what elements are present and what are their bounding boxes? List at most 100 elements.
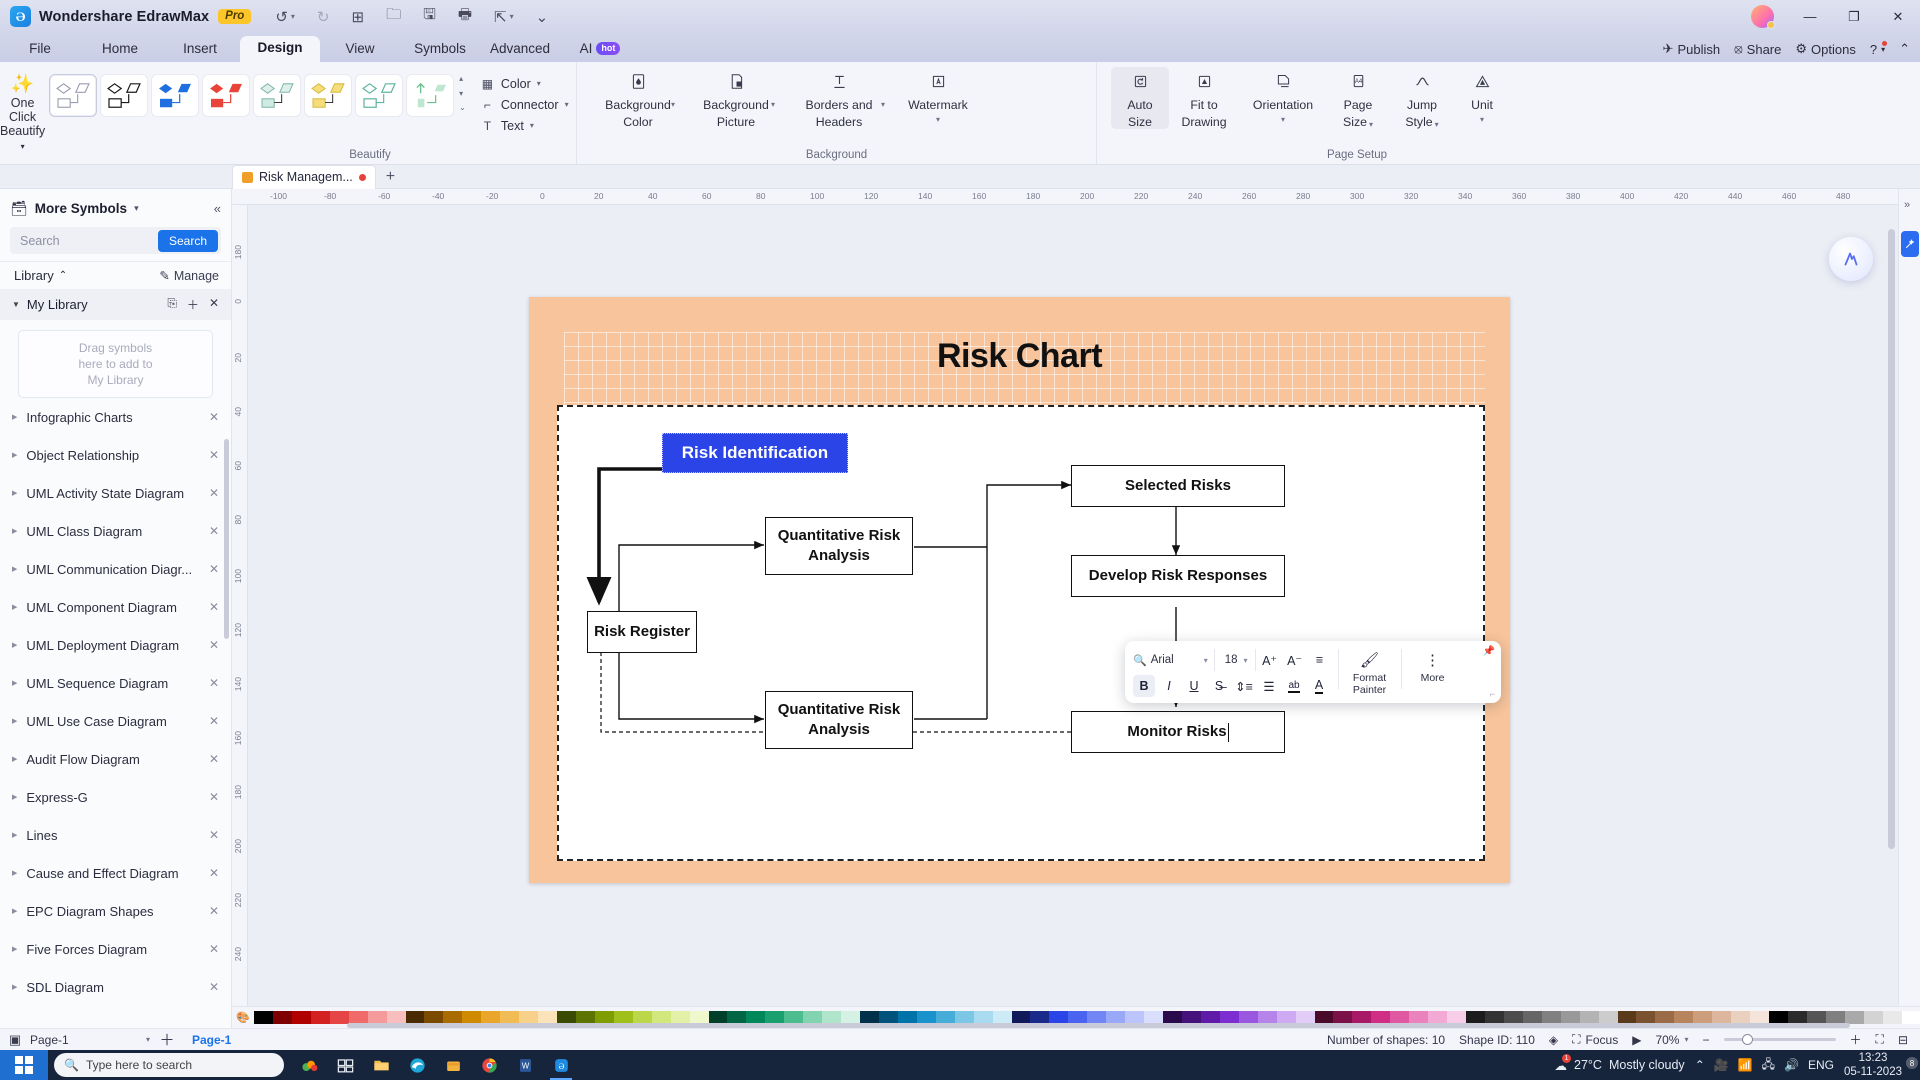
chevron-down-icon[interactable]: ▾ [1480,115,1484,124]
sidebar-item-five-forces[interactable]: ▶ Five Forces Diagram ✕ [0,930,231,968]
chrome-icon[interactable] [472,1050,506,1080]
layers-icon[interactable]: ◈ [1549,1033,1558,1047]
one-click-beautify-button[interactable]: ✨ One Click Beautify ▾ [0,67,45,154]
sidebar-scrollbar[interactable] [224,439,229,639]
color-swatch[interactable] [310,1011,330,1024]
diagram-container-frame[interactable]: Risk Identification Selected Risks Quant… [557,405,1485,861]
sidebar-item-uml-component[interactable]: ▶ UML Component Diagram ✕ [0,588,231,626]
presentation-play-icon[interactable]: ▶ [1632,1033,1641,1047]
volume-icon[interactable]: 🔊 [1784,1058,1799,1072]
sidebar-item-cause-and-effect[interactable]: ▶ Cause and Effect Diagram ✕ [0,854,231,892]
remove-icon[interactable]: ✕ [209,942,219,956]
wifi-icon[interactable]: 📶 [1738,1058,1753,1072]
italic-icon[interactable]: I [1158,675,1180,697]
collapse-ribbon-icon[interactable]: ⌃ [1899,41,1910,57]
edge-icon[interactable] [400,1050,434,1080]
chevron-down-icon[interactable]: ▾ [1244,656,1248,665]
camera-icon[interactable]: 🎥 [1714,1058,1729,1072]
auto-size-button[interactable]: Auto Size [1111,67,1169,129]
color-swatch[interactable] [1901,1011,1920,1024]
beautify-tile-4[interactable] [253,74,302,117]
resize-handle-icon[interactable]: ⌐ [1490,689,1495,699]
jump-style-button[interactable]: Jump Style ▾ [1389,67,1455,129]
chevron-down-icon[interactable]: ▾ [565,100,569,109]
bold-icon[interactable]: B [1133,675,1155,697]
file-explorer-icon[interactable] [364,1050,398,1080]
more-format-button[interactable]: ⋮ More [1409,649,1457,684]
ai-assistant-button[interactable] [1829,237,1873,281]
start-button[interactable] [0,1050,48,1080]
color-picker-icon[interactable]: 🎨 [232,1011,254,1024]
menu-insert[interactable]: Insert [160,37,240,62]
remove-icon[interactable]: ✕ [209,524,219,538]
menu-symbols[interactable]: Symbols [400,37,480,62]
collapse-sidebar-icon[interactable]: « [214,201,221,216]
chevron-down-icon[interactable]: ▾ [1435,120,1439,129]
color-palette-strip[interactable]: 🎨 [232,1006,1920,1028]
sidebar-item-uml-communication[interactable]: ▶ UML Communication Diagr... ✕ [0,550,231,588]
minimize-button[interactable]: ― [1788,0,1832,33]
add-tab-button[interactable]: + [386,168,395,186]
sidebar-item-lines[interactable]: ▶ Lines ✕ [0,816,231,854]
beautify-tile-3[interactable] [202,74,251,117]
library-dropzone[interactable]: Drag symbols here to add to My Library [18,330,213,398]
drawing-page[interactable]: Risk Chart Risk Identification Selected … [529,297,1510,883]
fit-to-drawing-button[interactable]: Fit to Drawing [1169,67,1239,129]
node-quantitative-risk-analysis-bottom[interactable]: Quantitative Risk Analysis [765,691,913,749]
taskbar-search[interactable]: 🔍 Type here to search [54,1053,284,1077]
menu-file[interactable]: File [0,37,80,62]
node-risk-register[interactable]: Risk Register [587,611,697,653]
import-library-icon[interactable]: ⎘ [167,296,177,313]
strikethrough-icon[interactable]: S̶ [1208,675,1230,697]
sidebar-item-uml-activity-state[interactable]: ▶ UML Activity State Diagram ✕ [0,474,231,512]
sidebar-item-uml-use-case[interactable]: ▶ UML Use Case Diagram ✕ [0,702,231,740]
remove-icon[interactable]: ✕ [209,828,219,842]
expand-right-panel-icon[interactable]: » [1904,199,1910,211]
unit-button[interactable]: Unit ▾ [1455,67,1509,125]
focus-button[interactable]: ⛶ Focus [1572,1032,1618,1047]
beautify-tile-2[interactable] [151,74,200,117]
text-button[interactable]: T Text ▾ [480,116,569,135]
align-icon[interactable]: ≡ [1309,649,1331,671]
font-family-selector[interactable]: 🔍 Arial ▾ [1133,649,1215,671]
zoom-level[interactable]: 70% ▾ [1655,1033,1688,1047]
menu-home[interactable]: Home [80,37,160,62]
print-icon[interactable]: 🖶 [458,4,472,29]
language-indicator[interactable]: ENG [1808,1058,1834,1072]
remove-icon[interactable]: ✕ [209,562,219,576]
color-button[interactable]: ▦ Color ▾ [480,74,569,93]
text-format-toolbar[interactable]: 🔍 Arial ▾ 18 ▾ A⁺ A⁻ ≡ B I U S̶ ⇕≡ ☰ ab … [1125,641,1501,703]
chevron-down-icon[interactable]: ▾ [936,115,940,124]
store-icon[interactable] [436,1050,470,1080]
shrink-font-icon[interactable]: A⁻ [1284,649,1306,671]
beautify-tile-7[interactable] [406,74,455,117]
gallery-scroll-up-icon[interactable]: ▴ [459,75,466,83]
beautify-tile-0[interactable] [49,74,98,117]
page-layout-icon[interactable]: ▣ [0,1032,30,1048]
remove-icon[interactable]: ✕ [209,980,219,994]
remove-icon[interactable]: ✕ [209,866,219,880]
background-picture-button[interactable]: Background Picture ▾ [695,67,777,129]
grow-font-icon[interactable]: A⁺ [1259,649,1281,671]
connector-button[interactable]: ⌐ Connector ▾ [480,95,569,114]
help-icon[interactable]: ? ▾ [1870,40,1888,57]
chevron-down-icon[interactable]: ▾ [671,100,675,109]
page-title[interactable]: Risk Chart [529,337,1510,376]
add-page-button[interactable]: ＋ [150,1029,184,1050]
show-hidden-icons-icon[interactable]: ⌃ [1695,1058,1705,1072]
new-icon[interactable]: ⊞ [352,8,365,26]
options-button[interactable]: ⚙ Options [1795,41,1855,57]
color-swatch[interactable] [1863,1011,1883,1024]
color-swatch[interactable] [272,1011,292,1024]
remove-icon[interactable]: ✕ [209,486,219,500]
chevron-down-icon[interactable]: ▾ [1204,656,1208,665]
more-icon[interactable]: ⌄ [536,8,549,26]
chevron-down-icon[interactable]: ▾ [1684,1035,1688,1044]
fullscreen-icon[interactable]: ⛶ [1876,1032,1884,1047]
chevron-down-icon[interactable]: ▾ [881,100,885,109]
pin-icon[interactable]: 📌 [1483,646,1495,657]
font-color-icon[interactable]: A [1308,675,1330,697]
sidebar-item-uml-class[interactable]: ▶ UML Class Diagram ✕ [0,512,231,550]
export-icon[interactable]: ⇱ ▾ [494,8,514,26]
page-size-button[interactable]: A4 Page Size ▾ [1327,67,1389,129]
